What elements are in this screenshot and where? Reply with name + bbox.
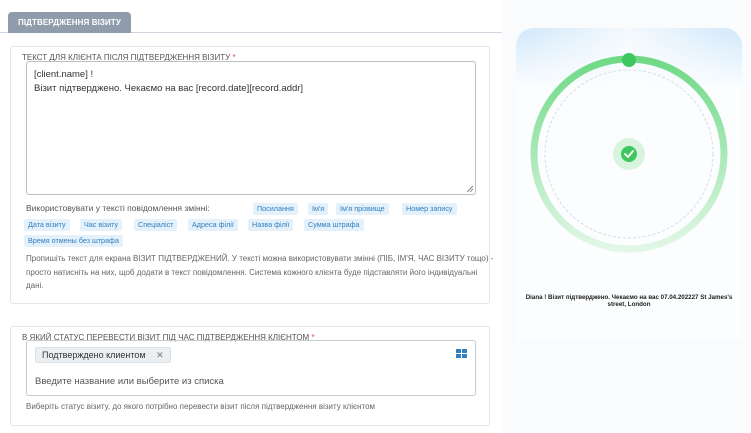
grid-icon[interactable]	[456, 349, 467, 359]
status-hint: Виберіть статус візиту, до якого потрібн…	[26, 402, 376, 411]
confirmation-ring	[530, 53, 728, 253]
status-search-input[interactable]: Введите название или выберите из списка	[35, 376, 224, 387]
tab-visit-confirmation[interactable]: ПІДТВЕРДЖЕННЯ ВІЗИТУ	[8, 12, 131, 33]
message-hint: Пропишіть текст для екрана ВІЗИТ ПІДТВЕР…	[26, 254, 494, 290]
variable-chip[interactable]: Адреса філії	[188, 219, 238, 231]
variable-chip[interactable]: Посилання	[253, 203, 298, 215]
preview-message: Diana ! Візит підтверджено. Чекаємо на в…	[525, 294, 733, 308]
check-circle-icon	[621, 146, 637, 162]
variable-chip[interactable]: Время отмены без штрафа	[24, 235, 123, 247]
progress-dot	[622, 53, 636, 67]
variable-chip[interactable]: Ім'я	[308, 203, 329, 215]
variable-chip[interactable]: Номер запису	[402, 203, 457, 215]
settings-panel: ПІДТВЕРДЖЕННЯ ВІЗИТУ ТЕКСТ ДЛЯ КЛІЄНТА П…	[0, 0, 502, 433]
variables-label: Використовувати у тексті повідомлення зм…	[26, 203, 210, 213]
status-select[interactable]: Подтверждено клиентом ✕ Введите название…	[26, 340, 476, 396]
variable-chip[interactable]: Час візиту	[80, 219, 123, 231]
variable-chip[interactable]: Сумма штрафа	[304, 219, 364, 231]
confirmation-settings-page: ПІДТВЕРДЖЕННЯ ВІЗИТУ ТЕКСТ ДЛЯ КЛІЄНТА П…	[0, 0, 751, 433]
variable-chip[interactable]: Спеціаліст	[134, 219, 178, 231]
resize-handle-icon[interactable]	[466, 185, 474, 193]
remove-tag-icon[interactable]: ✕	[156, 350, 164, 360]
variable-chip[interactable]: Ім'я прізвище	[336, 203, 389, 215]
tab-bar: ПІДТВЕРДЖЕННЯ ВІЗИТУ	[0, 0, 502, 33]
selected-status-tag: Подтверждено клиентом ✕	[35, 347, 171, 363]
selected-status-label: Подтверждено клиентом	[42, 350, 146, 360]
variable-chip[interactable]: Дата візиту	[24, 219, 70, 231]
client-message-textarea[interactable]: [client.name] ! Візит підтверджено. Чека…	[26, 61, 476, 195]
variable-chip[interactable]: Назва філії	[248, 219, 294, 231]
